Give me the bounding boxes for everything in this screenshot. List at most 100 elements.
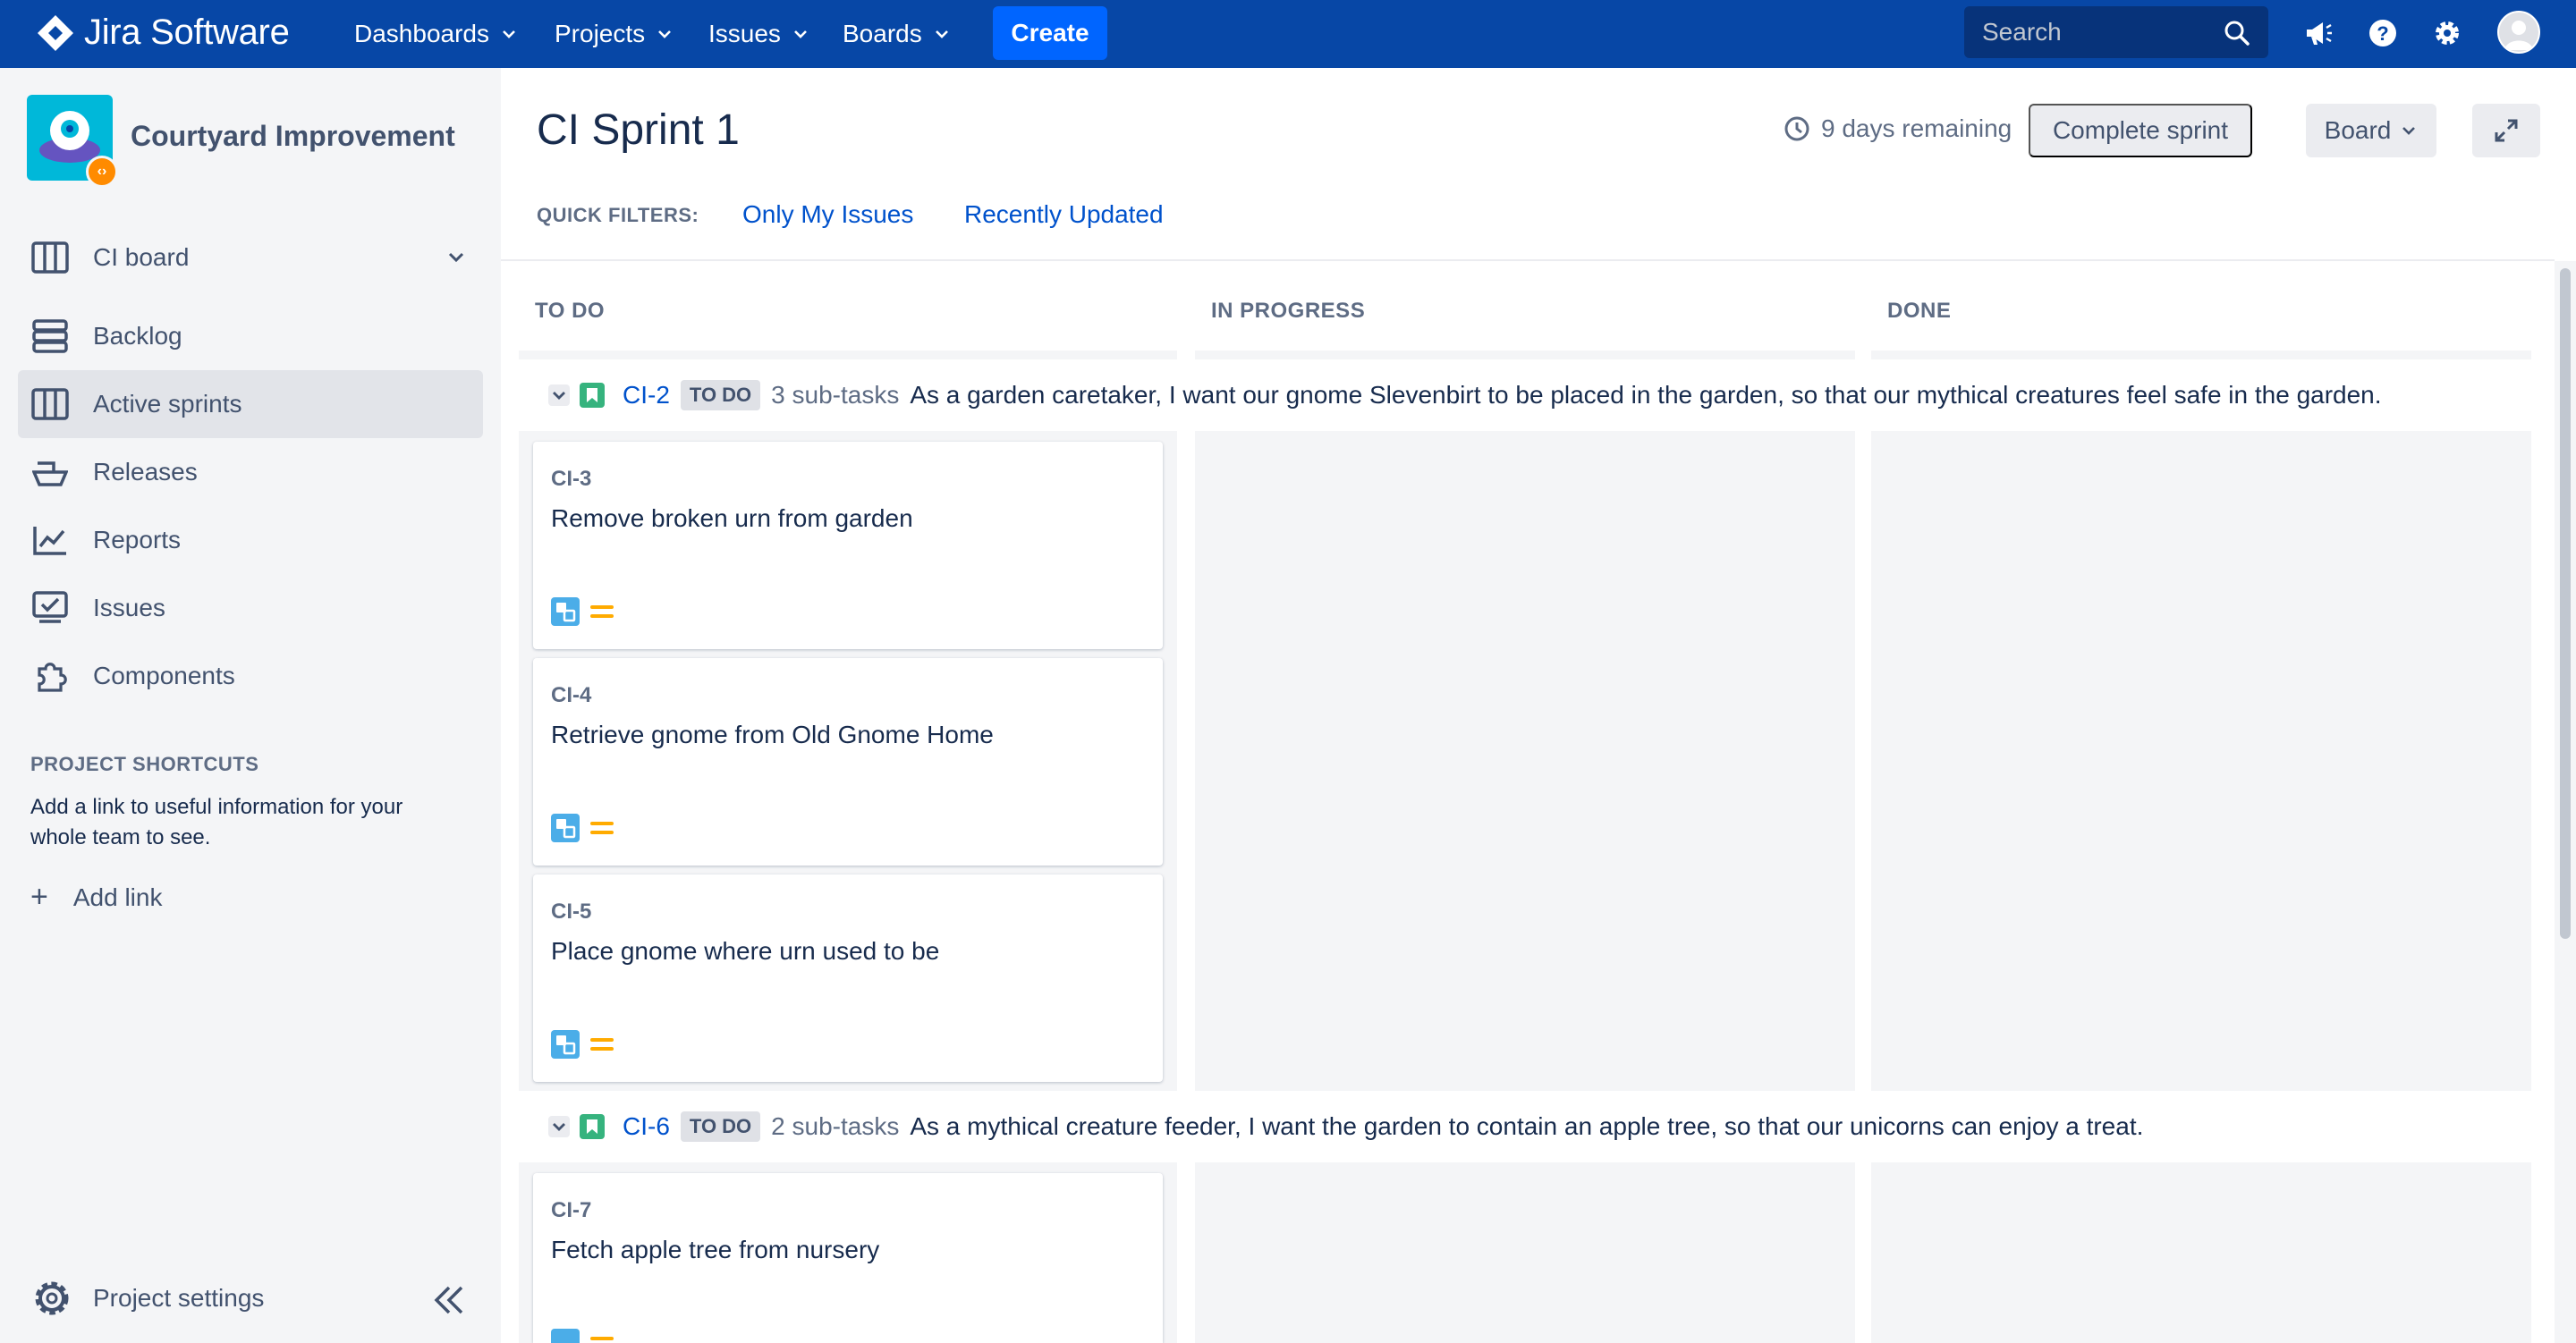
card-key: CI-5 [551, 900, 592, 924]
sprint-time-remaining: 9 days remaining [1784, 114, 2012, 143]
chevron-down-icon [448, 252, 464, 263]
backlog-icon [30, 317, 70, 356]
collapse-sidebar-icon[interactable] [431, 1284, 467, 1316]
column-strip [1195, 351, 1855, 359]
sidebar-item-issues[interactable]: Issues [18, 574, 483, 642]
card-key: CI-4 [551, 683, 592, 707]
column-done-area [1871, 431, 2531, 1091]
priority-medium-icon [590, 605, 614, 618]
column-strip [1871, 351, 2531, 359]
nav-issues-label: Issues [708, 20, 781, 47]
help-icon[interactable]: ? [2365, 15, 2401, 51]
sidebar-item-backlog[interactable]: Backlog [18, 302, 483, 370]
nav-boards-label: Boards [843, 20, 922, 47]
column-in-progress-area [1195, 431, 1855, 1091]
filter-recently-updated[interactable]: Recently Updated [964, 200, 1164, 229]
add-link-label: Add link [72, 883, 163, 911]
column-strip [519, 351, 1177, 359]
sidebar-item-components[interactable]: Components [18, 642, 483, 710]
settings-icon[interactable] [2429, 15, 2465, 51]
create-button[interactable]: Create [993, 6, 1107, 60]
expand-icon [2495, 119, 2518, 142]
nav-boards[interactable]: Boards [843, 16, 951, 52]
subtask-count: 2 sub-tasks [771, 1112, 900, 1140]
sidebar-item-label: Issues [93, 594, 165, 621]
chevron-down-icon [935, 30, 948, 38]
project-name: Courtyard Improvement [131, 120, 455, 152]
svg-text:?: ? [2377, 22, 2388, 45]
issue-card[interactable]: CI-4 Retrieve gnome from Old Gnome Home [533, 658, 1163, 866]
subtask-count: 3 sub-tasks [771, 381, 900, 409]
card-title: Fetch apple tree from nursery [551, 1236, 880, 1263]
story-icon [580, 383, 605, 408]
scrollbar-thumb[interactable] [2560, 268, 2571, 939]
board-menu-button[interactable]: Board [2306, 104, 2436, 157]
status-lozenge: TO DO [680, 380, 761, 410]
days-remaining-text: 9 days remaining [1821, 114, 2012, 142]
card-title: Remove broken urn from garden [551, 504, 913, 532]
card-title: Place gnome where urn used to be [551, 937, 940, 965]
nav-projects-label: Projects [555, 20, 646, 47]
column-header-done: DONE [1887, 299, 1952, 323]
chevron-down-icon [2402, 127, 2416, 135]
shortcuts-heading: PROJECT SHORTCUTS [30, 753, 259, 775]
card-key: CI-7 [551, 1198, 592, 1222]
priority-medium-icon [590, 822, 614, 834]
project-settings-link[interactable]: Project settings [30, 1277, 264, 1320]
board-menu-label: Board [2324, 116, 2392, 144]
brand-name: Jira Software [84, 13, 290, 52]
priority-medium-icon [590, 1337, 614, 1340]
story-icon [580, 1114, 605, 1139]
swimlane-header[interactable]: CI-2 TO DO 3 sub-tasks As a garden caret… [547, 377, 2382, 413]
issue-card[interactable]: CI-7 Fetch apple tree from nursery [533, 1173, 1163, 1343]
sidebar-item-releases[interactable]: Releases [18, 438, 483, 506]
card-key: CI-3 [551, 467, 592, 491]
page-title: CI Sprint 1 [537, 106, 740, 154]
shortcuts-description: Add a link to useful information for you… [30, 795, 403, 849]
complete-sprint-button[interactable]: Complete sprint [2029, 104, 2252, 157]
project-sidebar: ‹› Courtyard Improvement CI board Backlo… [0, 68, 501, 1343]
sidebar-item-label: Active sprints [93, 390, 242, 418]
top-navigation: Jira Software Dashboards Projects Issues… [0, 0, 2576, 68]
board-selector[interactable]: CI board [18, 224, 483, 291]
sidebar-item-label: Reports [93, 526, 182, 553]
issue-summary: As a mythical creature feeder, I want th… [910, 1112, 2144, 1140]
vertical-scrollbar[interactable] [2555, 261, 2576, 1343]
sidebar-item-reports[interactable]: Reports [18, 506, 483, 574]
status-lozenge: TO DO [680, 1111, 761, 1142]
fullscreen-button[interactable] [2472, 104, 2540, 157]
issue-card[interactable]: CI-5 Place gnome where urn used to be [533, 874, 1163, 1082]
subtask-icon [551, 1030, 580, 1059]
swimlane-header[interactable]: CI-6 TO DO 2 sub-tasks As a mythical cre… [547, 1109, 2143, 1145]
nav-dashboards[interactable]: Dashboards [354, 16, 518, 52]
sidebar-item-label: Releases [93, 458, 198, 486]
subtask-icon [551, 597, 580, 626]
filter-only-my-issues[interactable]: Only My Issues [742, 200, 913, 229]
user-avatar[interactable] [2497, 11, 2540, 54]
sidebar-item-active-sprints[interactable]: Active sprints [18, 370, 483, 438]
issue-key[interactable]: CI-2 [623, 381, 670, 410]
quick-filters-label: QUICK FILTERS: [537, 204, 699, 226]
nav-projects[interactable]: Projects [555, 16, 674, 52]
nav-issues[interactable]: Issues [708, 16, 809, 52]
user-silhouette-icon [2504, 21, 2533, 50]
issue-key[interactable]: CI-6 [623, 1112, 670, 1141]
jira-logo[interactable]: Jira Software [36, 13, 290, 53]
chevron-down-icon[interactable] [547, 1115, 571, 1138]
megaphone-icon[interactable] [2301, 15, 2336, 51]
subtask-icon [551, 1329, 580, 1343]
nav-dashboards-label: Dashboards [354, 20, 489, 47]
search-icon[interactable] [2224, 20, 2250, 46]
search-field[interactable] [1964, 6, 2268, 58]
search-input[interactable] [1964, 6, 2268, 58]
column-done-area [1871, 1162, 2531, 1343]
jira-diamond-icon [38, 14, 73, 51]
add-link-button[interactable]: + Add link [30, 880, 162, 915]
clock-icon [1784, 116, 1809, 141]
plus-icon: + [30, 880, 48, 914]
chevron-down-icon[interactable] [547, 384, 571, 407]
sidebar-item-label: Components [93, 662, 235, 689]
issues-icon [30, 588, 70, 628]
issue-card[interactable]: CI-3 Remove broken urn from garden [533, 442, 1163, 649]
gear-icon [35, 1281, 69, 1315]
